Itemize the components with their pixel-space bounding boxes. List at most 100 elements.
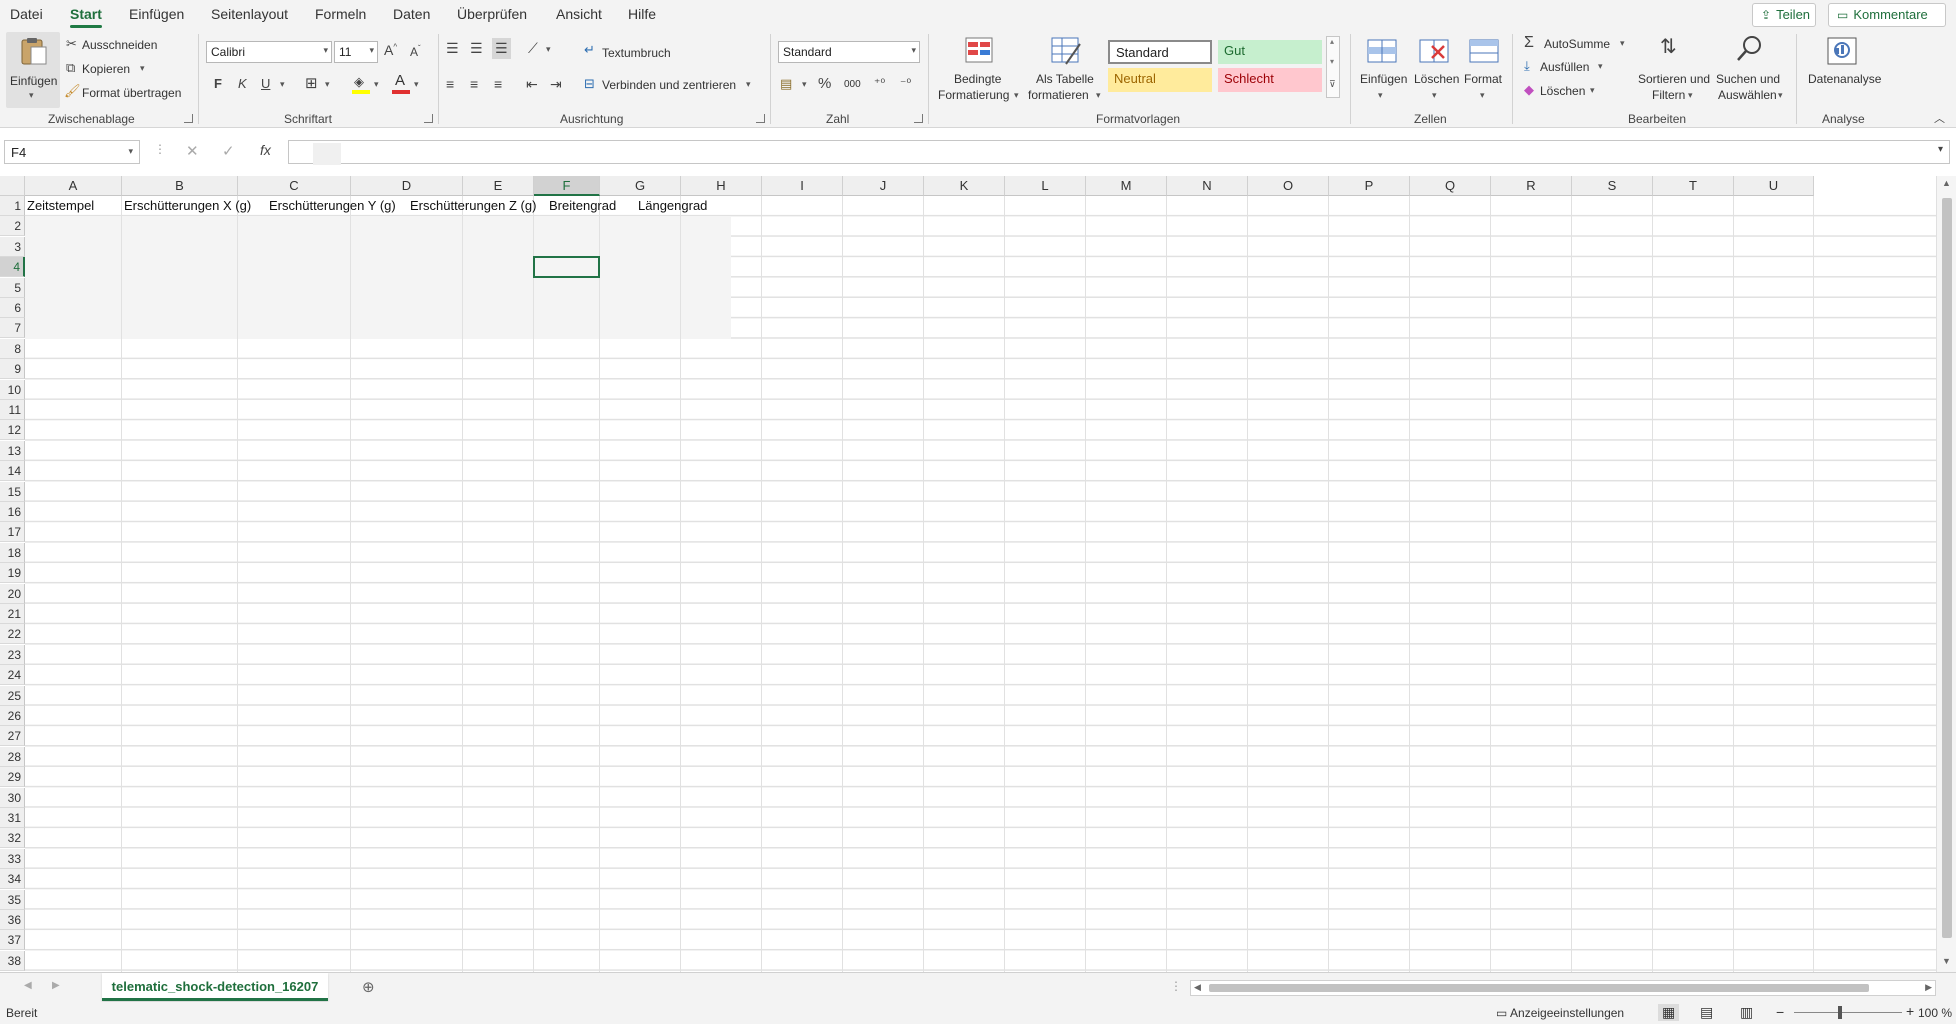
column-header-i[interactable]: I <box>762 176 843 196</box>
clear-button[interactable]: Löschen <box>1540 84 1585 98</box>
percent-button[interactable]: % <box>818 75 831 92</box>
row-header-14[interactable]: 14 <box>0 461 25 482</box>
row-header-8[interactable]: 8 <box>0 338 25 359</box>
column-header-d[interactable]: D <box>351 176 463 196</box>
format-as-table-button[interactable]: Als Tabelle formatieren ▾ <box>1024 32 1108 110</box>
align-middle-icon[interactable]: ☰ <box>470 40 483 57</box>
decrease-decimal-icon[interactable]: ⁻⁰ <box>900 76 911 90</box>
style-standard[interactable]: Standard <box>1108 40 1212 64</box>
dialog-launcher-icon[interactable] <box>756 114 765 123</box>
autosum-button[interactable]: AutoSumme <box>1544 37 1610 51</box>
row-header-35[interactable]: 35 <box>0 889 25 910</box>
row-header-24[interactable]: 24 <box>0 665 25 686</box>
row-header-16[interactable]: 16 <box>0 502 25 522</box>
align-bottom-icon[interactable]: ☰ <box>492 38 511 59</box>
row-header-30[interactable]: 30 <box>0 787 25 808</box>
row-header-1[interactable]: 1 <box>0 196 25 216</box>
styles-gallery-scroll[interactable]: ▴ ▾ ⊽ <box>1326 36 1340 98</box>
align-center-icon[interactable]: ≡ <box>470 76 478 92</box>
share-button[interactable]: ⇪ Teilen <box>1752 3 1816 27</box>
cell-area[interactable]: Zeitstempel Erschütterungen X (g) Erschü… <box>25 196 1936 972</box>
chevron-right-icon[interactable]: ▶ <box>1925 982 1932 993</box>
underline-button[interactable]: U <box>261 76 270 91</box>
tab-formeln[interactable]: Formeln <box>315 6 366 22</box>
display-settings-button[interactable]: ▭ Anzeigeeinstellungen <box>1496 1006 1624 1020</box>
row-header-9[interactable]: 9 <box>0 359 25 380</box>
align-right-icon[interactable]: ≡ <box>494 76 502 92</box>
chevron-up-icon[interactable]: ▲ <box>1942 178 1951 188</box>
add-sheet-icon[interactable]: ⊕ <box>362 978 375 996</box>
delete-cells-button[interactable]: Löschen ▾ <box>1410 32 1460 110</box>
page-layout-icon[interactable]: ▤ <box>1700 1004 1713 1021</box>
find-select-button[interactable]: Suchen und Auswählen ▾ <box>1712 32 1788 110</box>
column-header-t[interactable]: T <box>1653 176 1734 196</box>
zoom-slider-thumb[interactable] <box>1838 1006 1842 1019</box>
row-header-18[interactable]: 18 <box>0 542 25 563</box>
tab-daten[interactable]: Daten <box>393 6 430 22</box>
insert-cells-button[interactable]: Einfügen ▾ <box>1356 32 1408 110</box>
row-header-6[interactable]: 6 <box>0 298 25 318</box>
column-header-f[interactable]: F <box>534 176 600 196</box>
cell-c1[interactable]: Erschütterungen Y (g) <box>269 198 396 213</box>
currency-icon[interactable]: ▤ <box>780 76 792 92</box>
chevron-left-icon[interactable]: ◀ <box>1194 982 1201 993</box>
tab-einfuegen[interactable]: Einfügen <box>129 6 184 22</box>
row-header-22[interactable]: 22 <box>0 624 25 645</box>
font-size-select[interactable]: 11 ▾ <box>334 41 378 63</box>
row-header-38[interactable]: 38 <box>0 950 25 971</box>
tab-start[interactable]: Start <box>70 6 102 28</box>
row-header-23[interactable]: 23 <box>0 644 25 665</box>
data-analysis-button[interactable]: Datenanalyse <box>1802 32 1884 110</box>
row-header-31[interactable]: 31 <box>0 808 25 828</box>
select-all-corner[interactable] <box>0 176 25 196</box>
row-header-33[interactable]: 33 <box>0 848 25 869</box>
next-sheet-icon[interactable]: ▶ <box>52 980 60 991</box>
format-painter-button[interactable]: Format übertragen <box>82 86 181 100</box>
cancel-icon[interactable]: ✕ <box>186 142 199 160</box>
scroll-thumb[interactable] <box>1209 984 1869 992</box>
column-header-k[interactable]: K <box>924 176 1005 196</box>
column-header-s[interactable]: S <box>1572 176 1653 196</box>
row-header-4[interactable]: 4 <box>0 257 25 278</box>
zoom-slider[interactable] <box>1794 1012 1902 1013</box>
row-header-3[interactable]: 3 <box>0 236 25 257</box>
row-header-5[interactable]: 5 <box>0 277 25 298</box>
wrap-text-button[interactable]: Textumbruch <box>602 46 671 60</box>
cell-e1[interactable]: Breitengrad <box>549 198 616 213</box>
column-header-p[interactable]: P <box>1329 176 1410 196</box>
fill-button[interactable]: Ausfüllen <box>1540 60 1589 74</box>
dialog-launcher-icon[interactable] <box>914 114 923 123</box>
sort-filter-button[interactable]: ⇅ Sortieren und Filtern ▾ <box>1634 32 1712 110</box>
tab-datei[interactable]: Datei <box>10 6 43 22</box>
row-header-2[interactable]: 2 <box>0 216 25 237</box>
increase-decimal-icon[interactable]: ⁺⁰ <box>874 76 885 90</box>
chevron-down-icon[interactable]: ▼ <box>1942 956 1951 966</box>
cell-a1[interactable]: Zeitstempel <box>27 198 94 213</box>
name-box[interactable]: F4 ▾ <box>4 140 140 164</box>
font-color-icon[interactable]: A <box>392 72 410 94</box>
align-left-icon[interactable]: ≡ <box>446 76 454 92</box>
orientation-icon[interactable]: ⟋ <box>528 40 538 57</box>
column-header-c[interactable]: C <box>238 176 351 196</box>
row-header-28[interactable]: 28 <box>0 746 25 767</box>
row-header-13[interactable]: 13 <box>0 440 25 461</box>
row-header-20[interactable]: 20 <box>0 583 25 604</box>
column-header-r[interactable]: R <box>1491 176 1572 196</box>
format-cells-button[interactable]: Format ▾ <box>1462 32 1506 110</box>
style-good[interactable]: Gut <box>1218 40 1322 64</box>
column-header-l[interactable]: L <box>1005 176 1086 196</box>
page-break-icon[interactable]: ▥ <box>1740 1004 1753 1021</box>
dialog-launcher-icon[interactable] <box>424 114 433 123</box>
normal-view-icon[interactable]: ▦ <box>1658 1004 1680 1021</box>
column-header-n[interactable]: N <box>1167 176 1248 196</box>
active-cell[interactable] <box>533 256 600 278</box>
row-header-10[interactable]: 10 <box>0 379 25 400</box>
sheet-tab-active[interactable]: telematic_shock-detection_16207 <box>102 973 328 1001</box>
cell-f1[interactable]: Längengrad <box>638 198 707 213</box>
formula-input[interactable] <box>288 140 1950 165</box>
style-bad[interactable]: Schlecht <box>1218 68 1322 92</box>
tab-seitenlayout[interactable]: Seitenlayout <box>211 6 288 22</box>
function-icon[interactable]: fx <box>260 142 271 158</box>
confirm-icon[interactable]: ✓ <box>222 142 235 160</box>
row-header-29[interactable]: 29 <box>0 767 25 788</box>
